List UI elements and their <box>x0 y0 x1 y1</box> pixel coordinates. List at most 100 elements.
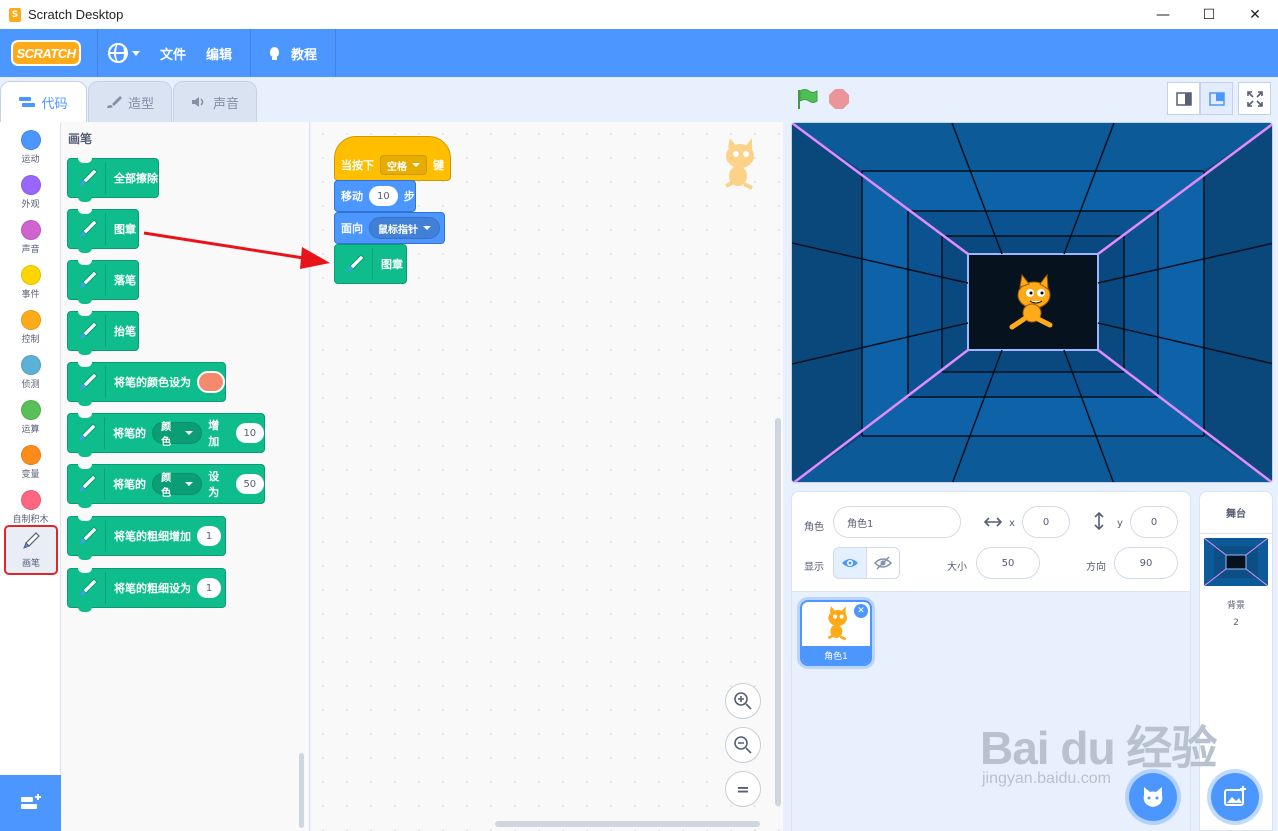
block-set-pen-param[interactable]: 将笔的 颜色 设为 50 <box>67 464 265 508</box>
block-pen-down[interactable]: 落笔 <box>67 260 139 304</box>
key-dropdown[interactable]: 空格 <box>380 155 427 175</box>
stage-panel-title: 舞台 <box>1200 492 1272 534</box>
number-input[interactable]: 1 <box>197 526 221 546</box>
sprite-cat-icon <box>827 606 847 641</box>
large-stage-icon <box>1208 91 1225 106</box>
eye-icon <box>842 559 858 567</box>
choose-sprite-button[interactable] <box>1129 773 1177 821</box>
pen-icon <box>79 578 98 596</box>
target-dropdown[interactable]: 鼠标指针 <box>369 217 440 239</box>
sprite-card[interactable]: ✕ 角色1 <box>800 600 872 666</box>
zoom-reset-button[interactable]: = <box>725 771 761 807</box>
pen-param-dropdown[interactable]: 颜色 <box>152 473 203 499</box>
category-sensing[interactable]: 侦测 <box>0 351 61 395</box>
lightbulb-icon <box>265 44 283 62</box>
image-icon <box>1224 786 1246 806</box>
cat-face-icon <box>1143 787 1163 807</box>
number-input[interactable]: 10 <box>235 423 264 443</box>
fullscreen-button[interactable] <box>1238 82 1271 115</box>
pen-icon <box>79 474 97 492</box>
delete-sprite-button[interactable]: ✕ <box>854 604 868 618</box>
block-stamp-script[interactable]: 图章 <box>334 244 407 284</box>
category-looks[interactable]: 外观 <box>0 171 61 215</box>
category-dot <box>20 220 41 240</box>
fullscreen-icon <box>1246 90 1263 107</box>
number-input[interactable]: 50 <box>235 474 264 494</box>
number-input[interactable]: 1 <box>197 578 221 598</box>
pen-param-dropdown[interactable]: 颜色 <box>152 422 203 448</box>
block-pen-up[interactable]: 抬笔 <box>67 311 139 355</box>
hide-sprite-button[interactable] <box>866 547 900 579</box>
title-bar: S Scratch Desktop — ☐ ✕ <box>0 0 1278 29</box>
pen-icon <box>79 526 98 544</box>
block-clear[interactable]: 全部擦除 <box>67 158 159 202</box>
category-dot <box>20 175 41 195</box>
tab-code[interactable]: 代码 <box>0 81 87 122</box>
sprite-name-input[interactable]: 角色1 <box>833 506 961 538</box>
tab-sounds[interactable]: 声音 <box>173 81 257 122</box>
minimize-button[interactable]: — <box>1140 0 1186 29</box>
x-position-input[interactable]: 0 <box>1022 506 1070 538</box>
category-events[interactable]: 事件 <box>0 261 61 305</box>
pen-icon <box>79 321 98 339</box>
sprite-cat-icon <box>725 138 754 190</box>
brush-icon <box>106 96 122 108</box>
pen-icon <box>79 270 98 288</box>
size-input[interactable]: 50 <box>976 547 1040 579</box>
zoom-in-icon <box>734 692 752 710</box>
close-button[interactable]: ✕ <box>1232 0 1278 29</box>
app-icon: S <box>9 7 21 22</box>
file-menu[interactable]: 文件 <box>150 29 196 77</box>
large-stage-button[interactable] <box>1200 82 1233 115</box>
scratch-logo[interactable]: SCRATCH <box>11 40 81 66</box>
language-menu[interactable] <box>98 29 150 77</box>
direction-input[interactable]: 90 <box>1114 547 1178 579</box>
green-flag-icon[interactable] <box>796 88 818 110</box>
category-dot <box>20 355 41 375</box>
zoom-out-button[interactable] <box>725 727 761 763</box>
block-change-pen-size[interactable]: 将笔的粗细增加 1 <box>67 516 226 560</box>
pen-icon <box>79 168 98 186</box>
pen-icon <box>23 532 40 549</box>
palette-scrollbar[interactable] <box>299 753 304 828</box>
small-stage-button[interactable] <box>1167 82 1200 115</box>
add-extension-button[interactable] <box>0 775 61 831</box>
block-set-pen-size[interactable]: 将笔的粗细设为 1 <box>67 568 226 612</box>
category-pen[interactable]: 画笔 <box>4 525 58 575</box>
block-change-pen-param[interactable]: 将笔的 颜色 增加 10 <box>67 413 265 457</box>
tutorials-menu[interactable]: 教程 <box>251 29 327 77</box>
chevron-down-icon <box>423 226 431 230</box>
block-set-pen-color[interactable]: 将笔的颜色设为 <box>67 362 226 406</box>
category-my-blocks[interactable]: 自制积木 <box>0 486 61 530</box>
block-stamp[interactable]: 图章 <box>67 209 139 253</box>
show-sprite-button[interactable] <box>833 547 867 579</box>
category-dot <box>20 310 41 330</box>
tab-costumes[interactable]: 造型 <box>88 81 172 122</box>
pen-icon <box>79 423 97 441</box>
number-input[interactable]: 10 <box>369 186 398 206</box>
category-menu: 运动 外观 声音 事件 控制 侦测 运算 变量 自制积木 画笔 <box>0 122 61 775</box>
small-stage-icon <box>1175 91 1192 106</box>
window-title: Scratch Desktop <box>28 7 124 22</box>
maximize-button[interactable]: ☐ <box>1186 0 1232 29</box>
category-motion[interactable]: 运动 <box>0 126 61 170</box>
edit-menu[interactable]: 编辑 <box>196 29 242 77</box>
category-variables[interactable]: 变量 <box>0 441 61 485</box>
workspace-horizontal-scrollbar[interactable] <box>495 821 760 827</box>
category-operators[interactable]: 运算 <box>0 396 61 440</box>
zoom-in-button[interactable] <box>725 683 761 719</box>
stop-icon[interactable] <box>829 89 849 109</box>
code-blocks-icon <box>19 97 36 107</box>
block-move-steps[interactable]: 移动 10 步 <box>334 180 416 212</box>
y-position-input[interactable]: 0 <box>1130 506 1178 538</box>
editor-tabs: 代码 造型 声音 <box>0 81 258 122</box>
backdrop-label: 背景 <box>1226 601 1245 611</box>
globe-icon <box>108 43 128 63</box>
workspace-vertical-scrollbar[interactable] <box>775 418 781 806</box>
block-point-towards[interactable]: 面向 鼠标指针 <box>334 212 445 244</box>
stage-canvas[interactable] <box>791 122 1273 483</box>
category-control[interactable]: 控制 <box>0 306 61 350</box>
color-picker[interactable] <box>197 371 225 393</box>
choose-backdrop-button[interactable] <box>1211 773 1259 821</box>
category-sound[interactable]: 声音 <box>0 216 61 260</box>
